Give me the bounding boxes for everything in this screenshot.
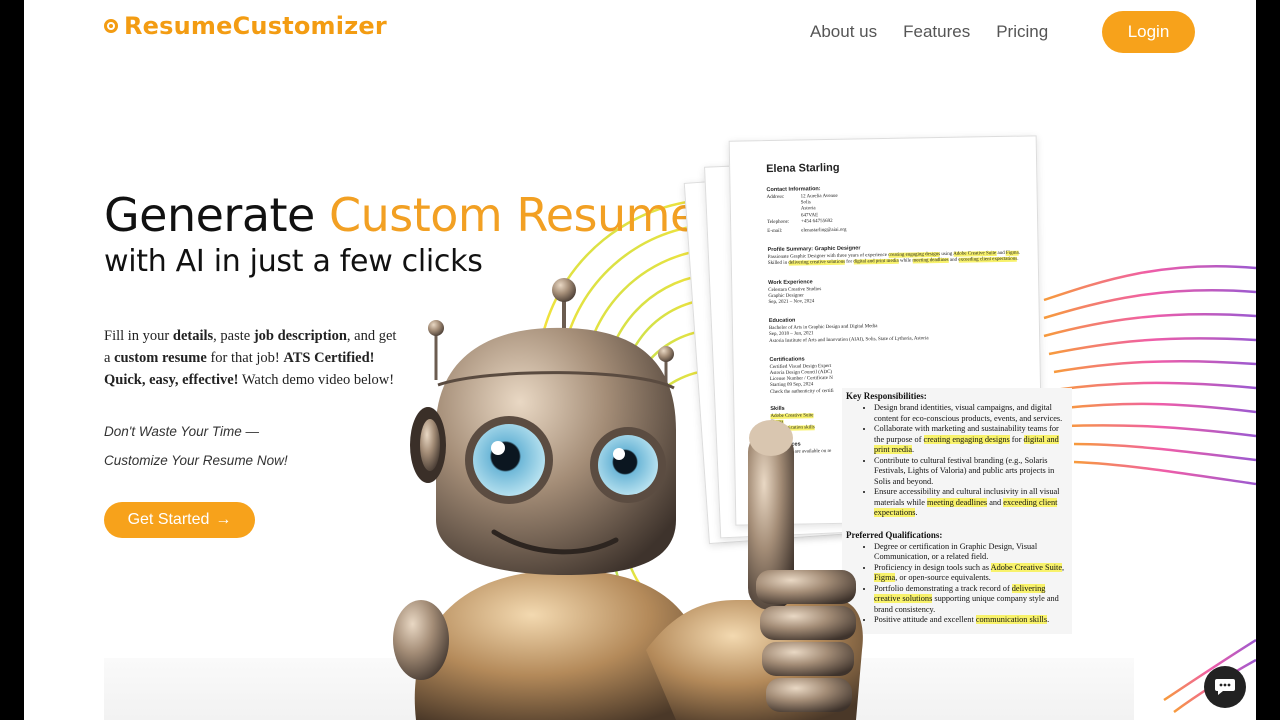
list-item: Design brand identities, visual campaign… bbox=[874, 403, 1068, 424]
job-highlight: Adobe Creative Suite bbox=[990, 562, 1063, 572]
job-highlight: meeting deadlines bbox=[927, 497, 988, 507]
list-item: Positive attitude and excellent communic… bbox=[874, 615, 1068, 626]
job-section-title: Key Responsibilities: bbox=[846, 391, 927, 401]
job-text: Contribute to cultural festival branding… bbox=[874, 455, 1055, 486]
brand-name: ResumeCustomizer bbox=[124, 12, 387, 40]
job-text: for bbox=[1009, 434, 1024, 444]
qualifications-list: Degree or certification in Graphic Desig… bbox=[846, 542, 1068, 626]
get-started-label: Get Started bbox=[127, 511, 210, 528]
job-highlight: communication skills bbox=[975, 615, 1048, 624]
resume-text: . bbox=[1017, 257, 1019, 263]
resume-line: Astoria bbox=[800, 206, 816, 212]
job-text: , bbox=[1062, 562, 1065, 572]
desc-text: , paste bbox=[213, 328, 254, 344]
resume-email: E-mail: elenastarling@aiai.org bbox=[767, 225, 1021, 236]
hero-title-accent: Custom Resume bbox=[328, 188, 698, 242]
job-description-card: Key Responsibilities: Design brand ident… bbox=[842, 388, 1072, 634]
job-text: Positive attitude and excellent bbox=[874, 615, 976, 624]
list-item: Proficiency in design tools such as Adob… bbox=[874, 562, 1068, 584]
resume-highlight: digital and print media bbox=[853, 259, 899, 265]
job-text: Portfolio demonstrating a track record o… bbox=[874, 583, 1012, 593]
resume-text: while bbox=[898, 258, 913, 265]
resume-highlight: exceeding client expectations bbox=[958, 257, 1018, 264]
list-item: Degree or certification in Graphic Desig… bbox=[874, 542, 1068, 563]
robot-mascot bbox=[393, 278, 863, 720]
job-text: and bbox=[987, 497, 1004, 507]
tagline-line-1: Don't Waste Your Time — bbox=[104, 424, 260, 439]
desc-text: Fill in your bbox=[104, 328, 173, 344]
arrow-right-icon: → bbox=[215, 511, 232, 528]
desc-bold: job description bbox=[253, 328, 347, 344]
job-text: , or open-source equivalents. bbox=[895, 573, 991, 582]
page-frame: ResumeCustomizer About us Features Prici… bbox=[24, 0, 1256, 720]
desc-bold: details bbox=[172, 328, 214, 344]
resume-highlight: Figma bbox=[1005, 250, 1019, 257]
job-text: . bbox=[912, 445, 915, 454]
job-highlight: creating engaging designs bbox=[923, 434, 1010, 444]
nav-about-us[interactable]: About us bbox=[810, 22, 877, 42]
resume-text: and bbox=[996, 251, 1007, 257]
list-item: Contribute to cultural festival branding… bbox=[874, 456, 1068, 488]
resume-name: Elena Starling bbox=[766, 161, 840, 176]
chat-button[interactable] bbox=[1204, 666, 1246, 708]
nav-pricing[interactable]: Pricing bbox=[996, 22, 1048, 42]
login-button[interactable]: Login bbox=[1102, 11, 1195, 53]
list-item: Portfolio demonstrating a track record o… bbox=[874, 583, 1068, 616]
hero-title-plain: Generate bbox=[104, 188, 329, 242]
job-highlight: Figma bbox=[874, 573, 896, 582]
desc-bold: custom resume bbox=[114, 350, 207, 366]
resume-line: +454 64755692 bbox=[801, 218, 833, 225]
resume-profile: Passionate Graphic Designer with three y… bbox=[768, 251, 1022, 268]
target-icon bbox=[104, 19, 118, 33]
resume-line: Solis bbox=[800, 200, 811, 206]
desc-text: Watch demo video below! bbox=[238, 372, 395, 388]
resume-line: 647VAE bbox=[800, 212, 819, 219]
resume-label: Address: bbox=[766, 194, 785, 201]
resume-label: E-mail: bbox=[767, 228, 783, 235]
resume-text: for bbox=[844, 259, 854, 266]
hero-title: Generate Custom Resume bbox=[104, 188, 698, 242]
resume-label: Telephone: bbox=[767, 219, 790, 225]
desc-text: for that job! bbox=[206, 350, 284, 366]
brand-logo[interactable]: ResumeCustomizer bbox=[104, 12, 387, 40]
job-text: . bbox=[915, 508, 918, 517]
job-text: Proficiency in design tools such as bbox=[874, 562, 991, 572]
job-text: Degree or certification in Graphic Desig… bbox=[874, 541, 1038, 562]
hero-description: Fill in your details, paste job descript… bbox=[104, 325, 404, 391]
nav-features[interactable]: Features bbox=[903, 22, 970, 42]
resume-highlight: creating engaging designs bbox=[888, 252, 941, 259]
resume-highlight: Adobe Creative Suite bbox=[953, 251, 997, 258]
resume-address-lines: 12 Aurelia Avenue Solis Astoria 647VAE bbox=[801, 194, 839, 219]
resume-line: 12 Aurelia Avenue bbox=[800, 193, 838, 200]
job-text: Design brand identities, visual campaign… bbox=[874, 403, 1063, 423]
resume-text: and bbox=[948, 258, 959, 264]
resume-highlight: delivering creative solutions bbox=[788, 260, 846, 267]
job-text: . bbox=[1047, 615, 1050, 624]
tagline-line-2: Customize Your Resume Now! bbox=[104, 453, 288, 468]
resume-highlight: meeting deadlines bbox=[912, 258, 949, 264]
list-item: Ensure accessibility and cultural inclus… bbox=[874, 487, 1068, 519]
chat-icon bbox=[1215, 679, 1235, 695]
get-started-button[interactable]: Get Started → bbox=[104, 502, 255, 538]
resume-text: using bbox=[940, 252, 954, 258]
list-item: Collaborate with marketing and sustainab… bbox=[874, 424, 1068, 456]
job-section-title: Preferred Qualifications: bbox=[846, 529, 943, 540]
responsibilities-list: Design brand identities, visual campaign… bbox=[846, 403, 1068, 519]
resume-line: elenastarling@aiai.org bbox=[801, 227, 847, 234]
top-nav: About us Features Pricing bbox=[810, 22, 1048, 42]
